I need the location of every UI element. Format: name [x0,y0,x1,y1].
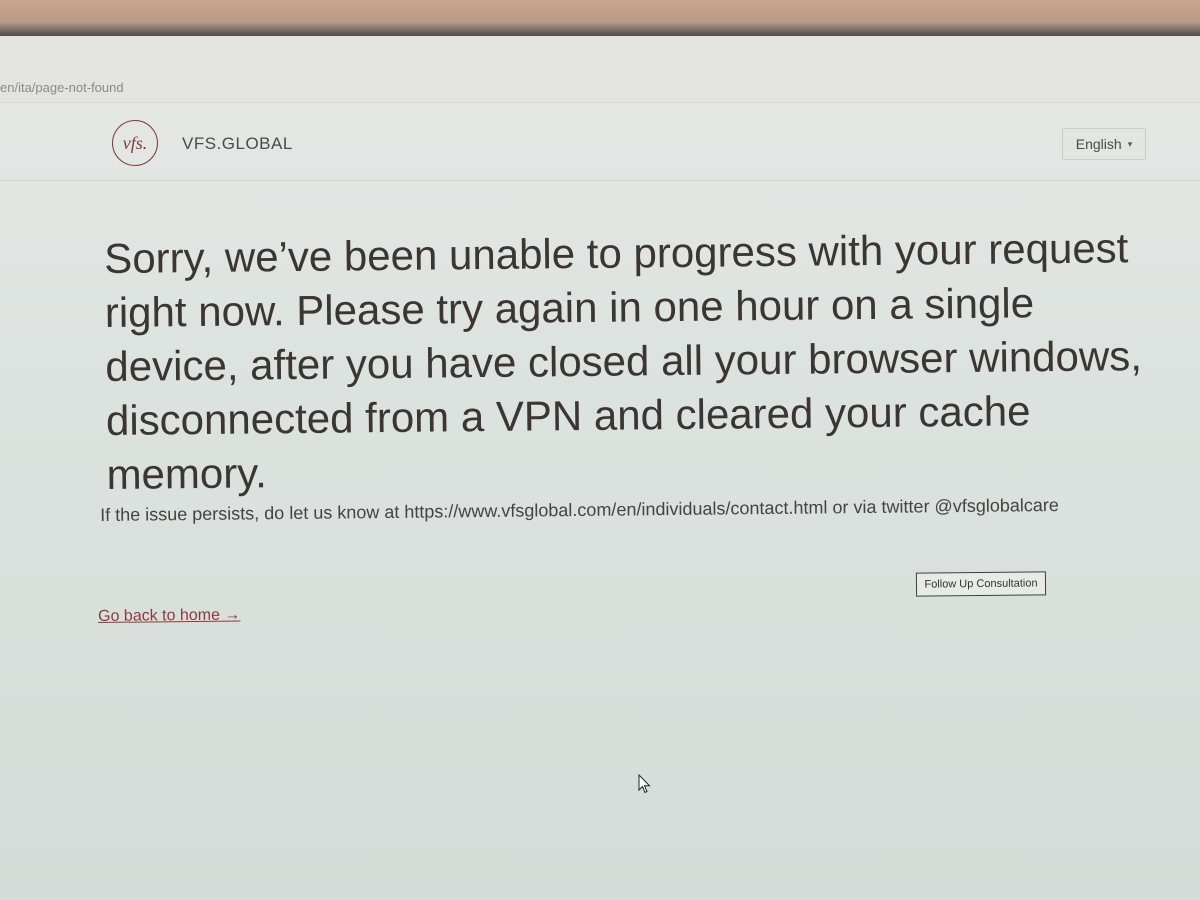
vfs-logo-icon[interactable]: vfs. [112,120,158,166]
go-back-home-link[interactable]: Go back to home → [98,607,240,626]
monitor-bezel [0,0,1200,40]
language-label: English [1075,136,1122,152]
mouse-cursor-icon [638,774,651,794]
address-bar[interactable]: en/ita/page-not-found [0,36,1200,103]
logo-text[interactable]: VFS.GLOBAL [182,134,293,154]
site-header: vfs. VFS.GLOBAL English ▾ [0,106,1200,181]
address-url[interactable]: en/ita/page-not-found [0,80,124,95]
follow-up-consultation-button[interactable]: Follow Up Consultation [915,571,1047,597]
language-dropdown[interactable]: English ▾ [1062,128,1146,160]
browser-viewport: en/ita/page-not-found vfs. VFS.GLOBAL En… [0,36,1200,900]
chevron-down-icon: ▾ [1127,138,1133,149]
error-headline: Sorry, we’ve been unable to progress wit… [104,224,1143,498]
